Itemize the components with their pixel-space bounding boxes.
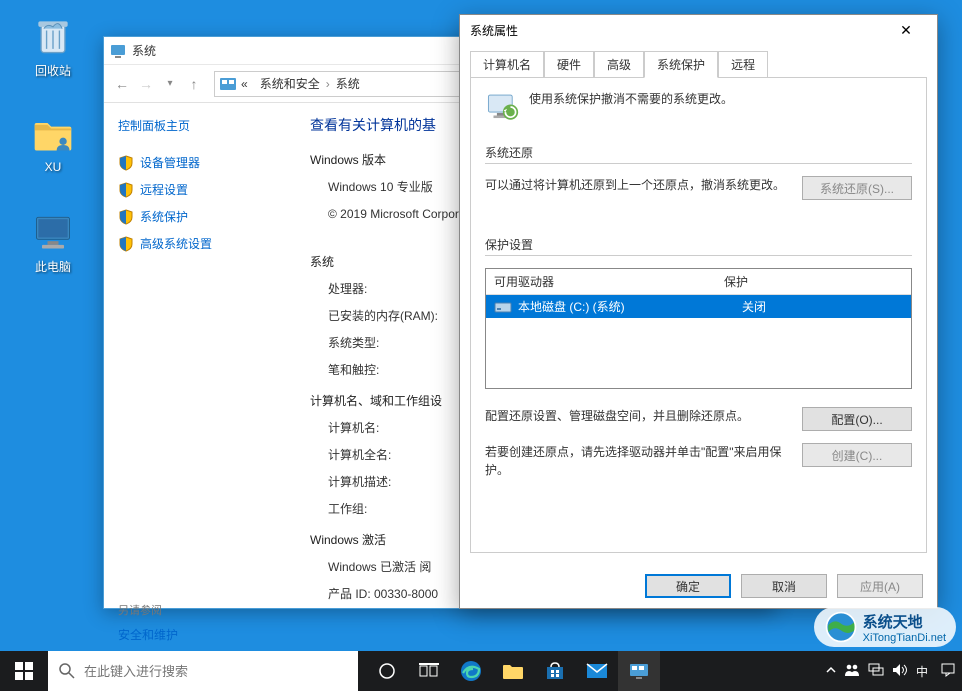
nav-forward-button[interactable]: →: [134, 72, 158, 96]
sidebar-item-device-manager[interactable]: 设备管理器: [118, 154, 278, 171]
taskbar-app-mail[interactable]: [576, 651, 618, 691]
create-button[interactable]: 创建(C)...: [802, 443, 912, 467]
drive-name: 本地磁盘 (C:) (系统): [518, 298, 742, 315]
shield-icon: [118, 182, 134, 198]
dialog-title: 系统属性: [470, 22, 518, 39]
task-view-button[interactable]: [408, 651, 450, 691]
close-icon: ✕: [900, 22, 912, 39]
configure-button[interactable]: 配置(O)...: [802, 407, 912, 431]
desktop-icon-user-folder[interactable]: XU: [18, 112, 88, 174]
col-protection: 保护: [724, 273, 748, 290]
desktop-icon-label: 回收站: [18, 62, 88, 79]
taskbar-app-control-panel[interactable]: [618, 651, 660, 691]
taskbar-app-store[interactable]: [534, 651, 576, 691]
cortana-button[interactable]: [366, 651, 408, 691]
this-pc-icon: [31, 210, 75, 254]
taskbar-app-edge[interactable]: [450, 651, 492, 691]
system-window-title: 系统: [132, 42, 156, 59]
configure-text: 配置还原设置、管理磁盘空间，并且删除还原点。: [485, 407, 788, 425]
search-input[interactable]: [84, 651, 348, 691]
dialog-titlebar[interactable]: 系统属性 ✕: [460, 15, 937, 45]
sidebar-item-remote[interactable]: 远程设置: [118, 181, 278, 198]
section-system-restore: 系统还原: [485, 144, 912, 164]
section-protection-settings: 保护设置: [485, 236, 912, 256]
system-icon: [110, 43, 126, 59]
taskbar-search[interactable]: [48, 651, 358, 691]
drive-row-c[interactable]: 本地磁盘 (C:) (系统) 关闭: [486, 295, 911, 318]
drive-protection-status: 关闭: [742, 298, 766, 315]
system-protection-icon: [485, 90, 519, 124]
tray-ime-indicator[interactable]: 中: [916, 663, 928, 680]
control-panel-home-link[interactable]: 控制面板主页: [118, 117, 278, 134]
globe-icon: [824, 610, 858, 644]
desktop-icon-this-pc[interactable]: 此电脑: [18, 210, 88, 275]
tray-action-center-icon[interactable]: [940, 662, 956, 681]
taskbar: 中: [0, 651, 962, 691]
breadcrumb-sep: ›: [326, 77, 330, 91]
breadcrumb-part[interactable]: 系统和安全: [260, 75, 320, 92]
control-panel-icon: [219, 75, 237, 93]
watermark-title: 系统天地: [863, 611, 946, 632]
breadcrumb-part[interactable]: 系统: [336, 75, 360, 92]
create-text: 若要创建还原点，请先选择驱动器并单击"配置"来启用保护。: [485, 443, 788, 479]
sidebar-item-label: 高级系统设置: [140, 235, 212, 252]
taskbar-app-explorer[interactable]: [492, 651, 534, 691]
system-sidebar: 控制面板主页 设备管理器 远程设置 系统保护 高级系统设置 另请参阅 安全和维护: [104, 103, 292, 608]
tab-hardware[interactable]: 硬件: [544, 51, 594, 78]
system-properties-dialog: 系统属性 ✕ 计算机名 硬件 高级 系统保护 远程 使用系统保护撤消不需要的系统…: [459, 14, 938, 609]
windows-icon: [15, 662, 33, 680]
nav-recent-button[interactable]: ▾: [158, 72, 182, 96]
tray-volume-icon[interactable]: [892, 663, 908, 680]
sidebar-item-label: 设备管理器: [140, 154, 200, 171]
tab-content: 使用系统保护撤消不需要的系统更改。 系统还原 可以通过将计算机还原到上一个还原点…: [470, 77, 927, 553]
sidebar-item-label: 系统保护: [140, 208, 188, 225]
desktop-icon-label: XU: [18, 160, 88, 174]
security-maintenance-link[interactable]: 安全和维护: [118, 626, 278, 643]
apply-button[interactable]: 应用(A): [837, 574, 923, 598]
tab-remote[interactable]: 远程: [718, 51, 768, 78]
sidebar-item-advanced[interactable]: 高级系统设置: [118, 235, 278, 252]
intro-text: 使用系统保护撤消不需要的系统更改。: [529, 90, 733, 107]
shield-icon: [118, 155, 134, 171]
system-tray: 中: [820, 662, 962, 681]
drive-list[interactable]: 可用驱动器 保护 本地磁盘 (C:) (系统) 关闭: [485, 268, 912, 389]
shield-icon: [118, 236, 134, 252]
watermark-url: XiTongTianDi.net: [863, 632, 946, 644]
tray-chevron-icon[interactable]: [826, 664, 836, 678]
ok-button[interactable]: 确定: [645, 574, 731, 598]
tray-people-icon[interactable]: [844, 662, 860, 681]
dialog-button-row: 确定 取消 应用(A): [460, 564, 937, 608]
desktop-icon-recycle-bin[interactable]: 回收站: [18, 14, 88, 79]
tray-network-icon[interactable]: [868, 663, 884, 680]
tab-advanced[interactable]: 高级: [594, 51, 644, 78]
sidebar-item-label: 远程设置: [140, 181, 188, 198]
drive-icon: [494, 300, 512, 314]
shield-icon: [118, 209, 134, 225]
system-restore-button[interactable]: 系统还原(S)...: [802, 176, 912, 200]
search-icon: [58, 662, 76, 680]
folder-icon: [31, 112, 75, 156]
col-drive: 可用驱动器: [494, 273, 724, 290]
cancel-button[interactable]: 取消: [741, 574, 827, 598]
nav-back-button[interactable]: ←: [110, 72, 134, 96]
sidebar-item-system-protection[interactable]: 系统保护: [118, 208, 278, 225]
nav-up-button[interactable]: ↑: [182, 72, 206, 96]
desktop-icon-label: 此电脑: [18, 258, 88, 275]
recycle-bin-icon: [31, 14, 75, 58]
drive-list-header: 可用驱动器 保护: [486, 269, 911, 295]
tabstrip: 计算机名 硬件 高级 系统保护 远程: [460, 45, 937, 78]
restore-text: 可以通过将计算机还原到上一个还原点，撤消系统更改。: [485, 176, 788, 194]
watermark: 系统天地 XiTongTianDi.net: [814, 607, 956, 647]
see-also-heading: 另请参阅: [118, 602, 278, 618]
start-button[interactable]: [0, 651, 48, 691]
tab-system-protection[interactable]: 系统保护: [644, 51, 718, 78]
tab-computer-name[interactable]: 计算机名: [470, 51, 544, 78]
breadcrumb-prefix: «: [241, 77, 248, 91]
close-button[interactable]: ✕: [885, 18, 927, 42]
